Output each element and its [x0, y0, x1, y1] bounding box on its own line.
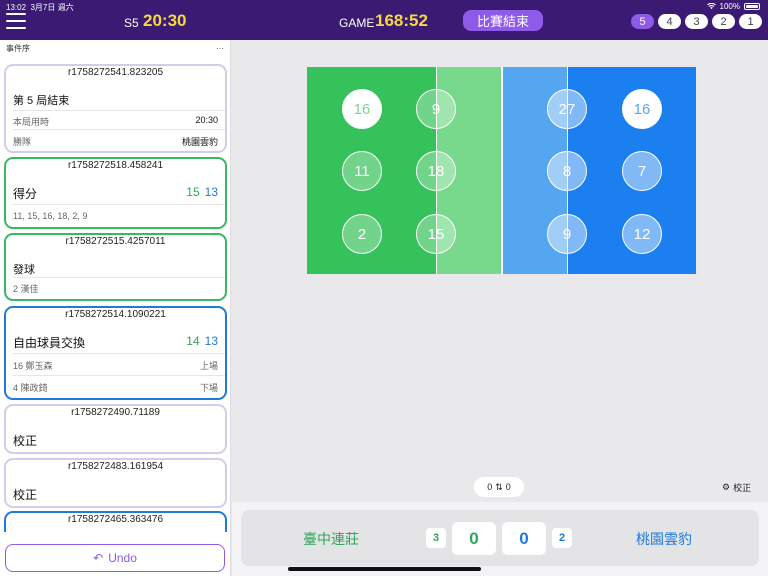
event-score: 14 13 — [186, 334, 218, 348]
event-row: 本局用時 20:30 — [13, 115, 218, 127]
away-team-name[interactable]: 桃園雲豹 — [636, 529, 692, 549]
event-list[interactable]: r1758272541.823205 第 5 局結束 本局用時 20:30 勝隊桃… — [0, 64, 230, 532]
volleyball-court: 16 11 2 9 18 15 27 8 9 16 7 12 — [307, 67, 696, 274]
event-card-correction[interactable]: r1758272483.161954 校正 — [4, 458, 227, 508]
swap-count-left: 0 — [487, 482, 493, 492]
event-score: 15 13 — [186, 185, 218, 199]
top-bar: 13:02 3月7日 週六 100% S5 20:30 GAME 168:52 … — [0, 0, 768, 40]
battery-percent: 100% — [719, 2, 740, 11]
event-log-panel: 事件序 ··· r1758272541.823205 第 5 局結束 本局用時 2… — [0, 40, 231, 576]
event-card-score[interactable]: r1758272518.458241 得分 15 13 11, 15, 16, 1… — [4, 157, 227, 229]
panel-title: 事件序 — [6, 43, 30, 53]
swap-arrows-icon: ⇅ — [495, 481, 503, 492]
more-options-icon[interactable]: ··· — [216, 44, 224, 53]
status-bar-right: 100% — [706, 2, 760, 11]
home-points[interactable]: 0 — [452, 522, 496, 555]
undo-label: Undo — [108, 551, 137, 565]
player-home-back-3[interactable]: 2 — [342, 214, 382, 254]
set-pill-1[interactable]: 1 — [739, 14, 762, 29]
hamburger-menu-icon[interactable] — [6, 13, 26, 29]
home-sets-won: 3 — [426, 528, 446, 548]
substitution-swap-button[interactable]: 0 ⇅ 0 — [474, 477, 524, 497]
status-date: 3月7日 週六 — [30, 3, 74, 12]
status-time: 13:02 — [6, 3, 27, 12]
home-team-name[interactable]: 臺中連莊 — [303, 529, 359, 549]
event-detail: 2 漢佳 — [13, 284, 39, 294]
player-home-front-1[interactable]: 9 — [416, 89, 456, 129]
away-points[interactable]: 0 — [502, 522, 546, 555]
away-sets-won: 2 — [552, 528, 572, 548]
current-set-label: S5 — [124, 16, 139, 30]
event-card-libero-swap[interactable]: r1758272514.1090221 自由球員交換 14 13 16 鄭玉森 上場… — [4, 306, 227, 400]
event-id: r1758272515.4257011 — [65, 236, 166, 247]
undo-button[interactable]: ↶ Undo — [5, 544, 225, 572]
event-id: r1758272541.823205 — [67, 67, 164, 78]
swap-count-right: 0 — [505, 482, 511, 492]
event-detail: 11, 15, 16, 18, 2, 9 — [13, 211, 88, 221]
set-pill-3[interactable]: 3 — [685, 14, 708, 29]
event-card-correction[interactable]: r1758272490.71189 校正 — [4, 404, 227, 454]
home-indicator[interactable] — [288, 567, 481, 571]
event-title: 第 5 局結束 — [13, 95, 70, 107]
event-row: 勝隊 桃園雲豹 — [13, 137, 218, 147]
status-bar-left: 13:02 3月7日 週六 — [6, 2, 74, 13]
event-id: r1758272490.71189 — [71, 407, 160, 418]
player-away-front-2[interactable]: 8 — [547, 151, 587, 191]
set-pill-2[interactable]: 2 — [712, 14, 735, 29]
correct-button[interactable]: ⚙ 校正 — [722, 481, 751, 494]
set-pill-5[interactable]: 5 — [631, 14, 654, 29]
player-away-back-2[interactable]: 7 — [622, 151, 662, 191]
end-match-button[interactable]: 比賽結束 — [463, 10, 543, 31]
event-row: 4 陳政錡 下場 — [13, 383, 218, 393]
game-timer: 168:52 — [375, 11, 428, 30]
event-row: 16 鄭玉森 上場 — [13, 361, 218, 371]
event-title: 自由球員交換 — [13, 336, 86, 350]
wifi-icon — [706, 3, 716, 10]
event-card-serve[interactable]: r1758272515.4257011 發球 2 漢佳 — [4, 233, 227, 301]
event-id: r1758272483.161954 — [67, 461, 164, 472]
set-timer: 20:30 — [143, 11, 187, 30]
player-away-back-3[interactable]: 12 — [622, 214, 662, 254]
event-id: r1758272465.363476 — [67, 514, 164, 525]
net-line — [501, 67, 503, 274]
set-selector: 5 4 3 2 1 — [631, 14, 762, 29]
player-away-back-1[interactable]: 16 — [622, 89, 662, 129]
player-home-back-2[interactable]: 11 — [342, 151, 382, 191]
event-title: 得分 — [13, 187, 38, 201]
event-card-set-end[interactable]: r1758272541.823205 第 5 局結束 本局用時 20:30 勝隊桃… — [4, 64, 227, 153]
event-title: 校正 — [13, 434, 38, 448]
panel-header: 事件序 ··· — [0, 40, 230, 56]
event-id: r1758272518.458241 — [67, 160, 164, 171]
gear-icon: ⚙ — [722, 482, 731, 492]
player-home-back-1[interactable]: 16 — [342, 89, 382, 129]
event-title: 校正 — [13, 488, 38, 502]
battery-icon — [744, 3, 760, 10]
undo-icon: ↶ — [93, 551, 104, 565]
player-away-front-1[interactable]: 27 — [547, 89, 587, 129]
player-home-front-2[interactable]: 18 — [416, 151, 456, 191]
game-label: GAME — [339, 16, 375, 30]
set-pill-4[interactable]: 4 — [658, 14, 681, 29]
player-home-front-3[interactable]: 15 — [416, 214, 456, 254]
event-id: r1758272514.1090221 — [65, 309, 166, 320]
event-title: 發球 — [13, 264, 35, 276]
player-away-front-3[interactable]: 9 — [547, 214, 587, 254]
correct-label: 校正 — [733, 483, 752, 493]
event-card[interactable]: r1758272465.363476 — [4, 511, 227, 532]
